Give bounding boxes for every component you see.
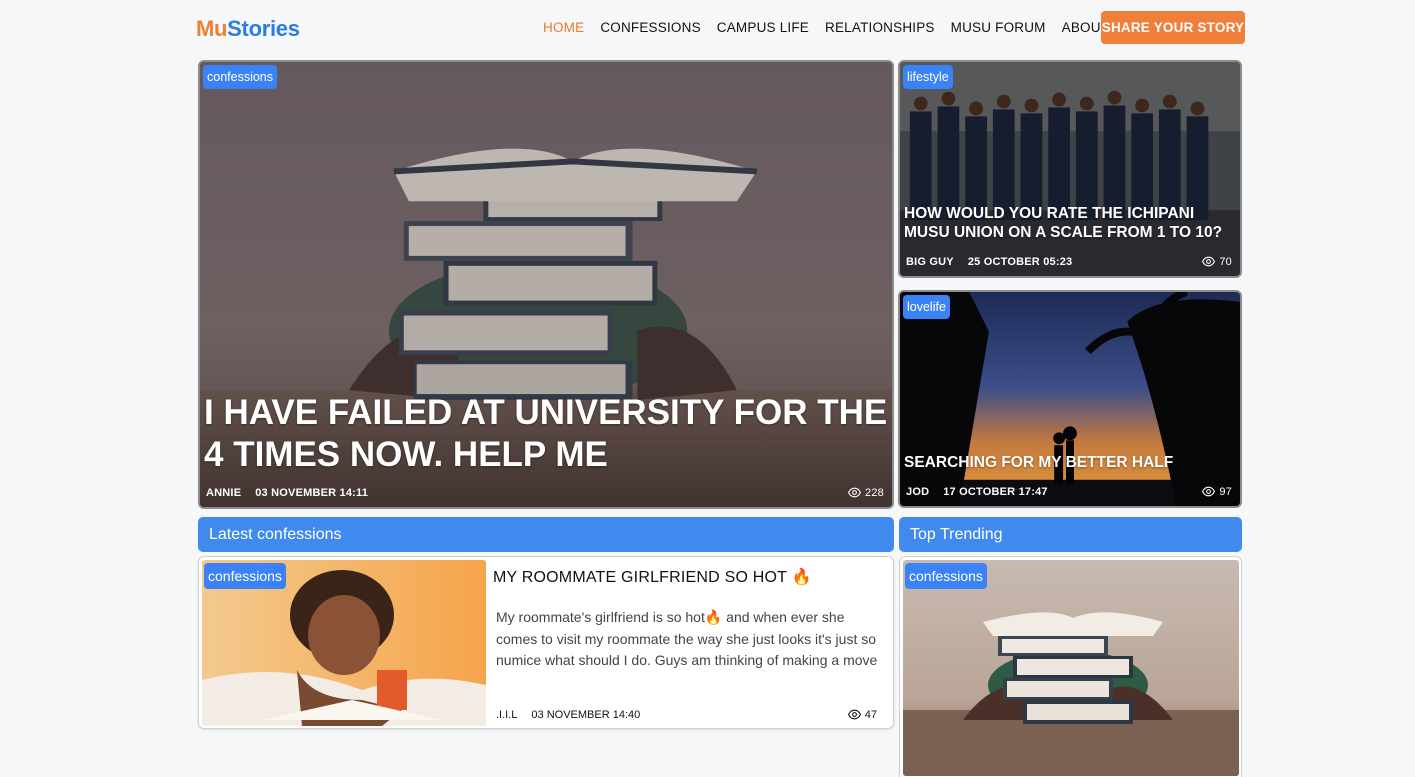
featured-image-group-photo: [900, 62, 1240, 276]
eye-icon: [1202, 486, 1216, 497]
author-name: .I.I.L: [496, 708, 518, 721]
thumbnail-image-books: [903, 560, 1239, 776]
eye-icon: [848, 487, 862, 498]
eye-icon: [1202, 256, 1216, 267]
nav-relationships[interactable]: RELATIONSHIPS: [825, 20, 935, 35]
top-trending-card[interactable]: confessions: [899, 556, 1242, 777]
featured-meta: BIG GUY 25 OCTOBER 05:23 70: [906, 255, 1232, 268]
site-header: MuStories HOME CONFESSIONS CAMPUS LIFE R…: [0, 0, 1415, 56]
section-header-latest: Latest confessions: [198, 517, 894, 552]
featured-card-lovelife[interactable]: lovelife SEARCHING FOR MY BETTER HALF JO…: [898, 290, 1242, 508]
nav-confessions[interactable]: CONFESSIONS: [600, 20, 700, 35]
category-badge[interactable]: confessions: [204, 563, 286, 589]
featured-title[interactable]: SEARCHING FOR MY BETTER HALF: [904, 453, 1240, 472]
view-count: 70: [1202, 255, 1232, 268]
featured-title[interactable]: HOW WOULD YOU RATE THE ICHIPANI MUSU UNI…: [904, 204, 1240, 242]
eye-icon: [847, 709, 861, 720]
view-count: 228: [848, 486, 884, 499]
nav-musu-forum[interactable]: MUSU FORUM: [951, 20, 1046, 35]
nav-home[interactable]: HOME: [543, 20, 584, 35]
featured-image-sunset-couple: [900, 292, 1240, 506]
site-logo[interactable]: MuStories: [196, 16, 300, 42]
view-count: 47: [847, 708, 877, 721]
main-nav: HOME CONFESSIONS CAMPUS LIFE RELATIONSHI…: [543, 20, 1148, 35]
featured-card-lifestyle[interactable]: lifestyle HOW WOULD YOU RATE THE ICHIPAN…: [898, 60, 1242, 278]
trending-thumbnail[interactable]: [903, 560, 1239, 776]
post-date: 03 NOVEMBER 14:40: [531, 708, 641, 721]
post-date: 03 NOVEMBER 14:11: [255, 486, 369, 499]
post-date: 25 OCTOBER 05:23: [967, 255, 1073, 268]
latest-meta: .I.I.L 03 NOVEMBER 14:40 47: [496, 708, 877, 721]
view-count: 97: [1202, 485, 1232, 498]
featured-card-main[interactable]: confessions I HAVE FAILED AT UNIVERSITY …: [198, 60, 894, 509]
latest-excerpt: My roommate's girlfriend is so hot🔥 and …: [496, 609, 878, 668]
latest-confession-card[interactable]: confessions MY ROOMMATE GIRLFRIEND SO HO…: [198, 556, 894, 729]
featured-meta: ANNIE 03 NOVEMBER 14:11 228: [206, 486, 884, 499]
share-your-story-button[interactable]: SHARE YOUR STORY: [1101, 11, 1245, 44]
category-badge[interactable]: lovelife: [903, 295, 950, 319]
category-badge[interactable]: lifestyle: [903, 65, 953, 89]
category-badge[interactable]: confessions: [203, 65, 278, 89]
latest-title[interactable]: MY ROOMMATE GIRLFRIEND SO HOT 🔥: [493, 567, 812, 587]
featured-meta: JOD 17 OCTOBER 17:47 97: [906, 485, 1232, 498]
nav-campus-life[interactable]: CAMPUS LIFE: [717, 20, 809, 35]
author-name: JOD: [906, 485, 930, 498]
section-header-top-trending: Top Trending: [899, 517, 1242, 552]
author-name: ANNIE: [206, 486, 242, 499]
featured-title[interactable]: I HAVE FAILED AT UNIVERSITY FOR THE 4 TI…: [204, 392, 892, 476]
author-name: BIG GUY: [906, 255, 954, 268]
post-date: 17 OCTOBER 17:47: [943, 485, 1048, 498]
category-badge[interactable]: confessions: [905, 563, 987, 589]
